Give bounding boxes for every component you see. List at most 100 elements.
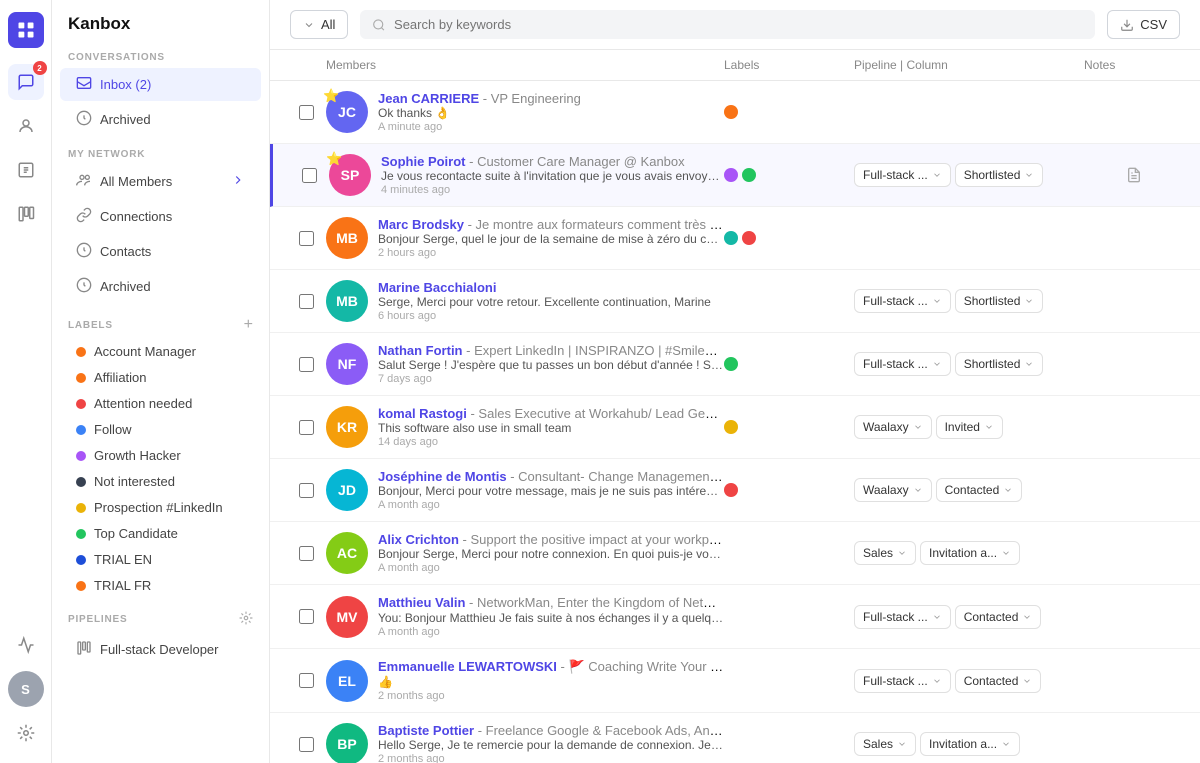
column-select[interactable]: Invitation a... [920,541,1020,565]
sidebar-label-item[interactable]: TRIAL EN [60,547,261,572]
table-row[interactable]: ⭐ JC Jean CARRIERE - VP Engineering Ok t… [270,81,1200,144]
member-name[interactable]: Joséphine de Montis [378,469,507,484]
row-checkbox[interactable] [299,105,314,120]
table-row[interactable]: BP Baptiste Pottier - Freelance Google &… [270,713,1200,763]
sidebar-item-inbox[interactable]: Inbox (2) [60,68,261,101]
member-name[interactable]: Emmanuelle LEWARTOWSKI [378,659,557,674]
column-select[interactable]: Contacted [936,478,1023,502]
pipeline-select[interactable]: Waalaxy [854,415,932,439]
row-checkbox[interactable] [299,483,314,498]
member-title: - Support the positive impact at your wo… [463,532,724,547]
member-message: Ok thanks 👌 [378,106,724,120]
row-checkbox[interactable] [299,673,314,688]
member-name[interactable]: Jean CARRIERE [378,91,479,106]
member-name[interactable]: Sophie Poirot [381,154,466,169]
sidebar-item-archived-conv[interactable]: Archived [60,103,261,136]
row-checkbox[interactable] [299,357,314,372]
pipeline-cell: Sales Invitation a... [854,541,1084,565]
row-checkbox[interactable] [299,231,314,246]
search-bar[interactable] [360,10,1095,39]
table-row[interactable]: MB Marc Brodsky - Je montre aux formateu… [270,207,1200,270]
sidebar-label-item[interactable]: Prospection #LinkedIn [60,495,261,520]
table-row[interactable]: EL Emmanuelle LEWARTOWSKI - 🚩 Coaching W… [270,649,1200,713]
sidebar-label-item[interactable]: Account Manager [60,339,261,364]
pipeline-select[interactable]: Full-stack ... [854,605,951,629]
pipeline-name-value: Full-stack ... [863,168,928,182]
notes-cell[interactable] [1084,167,1184,183]
sidebar-item-all-members[interactable]: All Members [60,165,261,198]
sidebar-item-connections[interactable]: Connections [60,200,261,233]
member-name[interactable]: komal Rastogi [378,406,467,421]
add-pipeline-icon[interactable] [239,611,253,628]
sidebar-label-item[interactable]: Growth Hacker [60,443,261,468]
row-checkbox[interactable] [299,294,314,309]
column-select[interactable]: Invitation a... [920,732,1020,756]
member-message: 👍 [378,675,724,689]
avatar-container: MB [326,280,368,322]
star-icon: ⭐ [323,88,339,104]
pipeline-select[interactable]: Full-stack ... [854,163,951,187]
pipeline-select[interactable]: Full-stack ... [854,669,951,693]
table-row[interactable]: AC Alix Crichton - Support the positive … [270,522,1200,585]
labels-cell [724,420,854,434]
member-name[interactable]: Matthieu Valin [378,595,465,610]
table-row[interactable]: KR komal Rastogi - Sales Executive at Wo… [270,396,1200,459]
filter-all-btn[interactable]: All [290,10,348,39]
member-name[interactable]: Nathan Fortin [378,343,463,358]
member-name-line: Sophie Poirot - Customer Care Manager @ … [381,154,724,169]
avatar-container: EL [326,660,368,702]
sidebar-item-contacts[interactable]: Contacts [60,235,261,268]
member-name[interactable]: Marine Bacchialoni [378,280,496,295]
nav-avatar[interactable]: S [8,671,44,707]
column-select[interactable]: Shortlisted [955,163,1044,187]
nav-settings-icon[interactable] [8,715,44,751]
nav-analytics-icon[interactable] [8,627,44,663]
sidebar-label-item[interactable]: Follow [60,417,261,442]
add-label-icon[interactable]: + [244,316,253,334]
column-select[interactable]: Shortlisted [955,289,1044,313]
sidebar-item-archived-net[interactable]: Archived [60,270,261,303]
member-name[interactable]: Marc Brodsky [378,217,464,232]
logo-text: Kanbox [68,14,130,34]
sidebar-label-item[interactable]: Top Candidate [60,521,261,546]
search-input[interactable] [394,17,1083,32]
pipeline-select[interactable]: Sales [854,541,916,565]
table-row[interactable]: MB Marine Bacchialoni Serge, Merci pour … [270,270,1200,333]
row-checkbox[interactable] [302,168,317,183]
table-row[interactable]: ⭐ SP Sophie Poirot - Customer Care Manag… [270,144,1200,207]
column-select[interactable]: Invited [936,415,1003,439]
row-checkbox[interactable] [299,609,314,624]
column-value: Contacted [964,610,1019,624]
label-tag [724,231,738,245]
app-icon[interactable] [8,12,44,48]
pipeline-select[interactable]: Full-stack ... [854,352,951,376]
nav-kanban-icon[interactable] [8,196,44,232]
pipeline-select[interactable]: Full-stack ... [854,289,951,313]
row-checkbox[interactable] [299,546,314,561]
sidebar-item-full-stack[interactable]: Full-stack Developer [60,633,261,666]
nav-list-icon[interactable] [8,152,44,188]
column-select[interactable]: Contacted [955,669,1042,693]
table-row[interactable]: NF Nathan Fortin - Expert LinkedIn | INS… [270,333,1200,396]
member-name[interactable]: Baptiste Pottier [378,723,474,738]
pipeline-select[interactable]: Sales [854,732,916,756]
row-checkbox-cell [286,357,326,372]
table-row[interactable]: JD Joséphine de Montis - Consultant- Cha… [270,459,1200,522]
member-name[interactable]: Alix Crichton [378,532,459,547]
sidebar-label-item[interactable]: Not interested [60,469,261,494]
sidebar-label-item[interactable]: Affiliation [60,365,261,390]
column-select[interactable]: Shortlisted [955,352,1044,376]
member-time: A minute ago [378,121,724,133]
column-select[interactable]: Contacted [955,605,1042,629]
sidebar-label-item[interactable]: Attention needed [60,391,261,416]
table-row[interactable]: MV Matthieu Valin - NetworkMan, Enter th… [270,585,1200,649]
labels-cell [724,105,854,119]
sidebar-label-item[interactable]: TRIAL FR [60,573,261,598]
avatar: AC [326,532,368,574]
nav-network-icon[interactable] [8,108,44,144]
nav-messages-icon[interactable]: 2 [8,64,44,100]
csv-export-btn[interactable]: CSV [1107,10,1180,39]
row-checkbox[interactable] [299,420,314,435]
row-checkbox[interactable] [299,737,314,752]
pipeline-select[interactable]: Waalaxy [854,478,932,502]
